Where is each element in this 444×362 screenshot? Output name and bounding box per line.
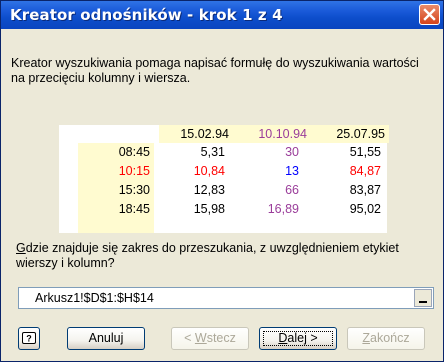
question-text: dzie znajduje się zakres do przeszukania… [16,241,399,270]
finish-text: akończ [370,331,410,345]
cancel-button[interactable]: Anuluj [67,327,145,350]
wizard-dialog: Kreator odnośników - krok 1 z 4 Kreator … [0,0,444,362]
collapse-dialog-button[interactable] [414,289,432,307]
table-cell: 83,87 [349,183,381,197]
table-cell: 5,31 [200,145,225,159]
back-label: < Wstecz [184,331,236,345]
row-label: 18:45 [118,202,150,216]
window-title: Kreator odnośników - krok 1 z 4 [10,6,283,24]
question-accelerator: G [16,241,26,255]
svg-text:?: ? [26,334,32,344]
back-button[interactable]: < Wstecz [171,327,249,350]
help-button[interactable]: ? [18,327,40,350]
close-icon [423,8,436,21]
column-header: 15.02.94 [180,127,229,141]
help-icon: ? [22,332,36,344]
table-cell: 51,55 [349,145,381,159]
range-reference-box[interactable] [18,287,434,309]
back-prefix: < [184,331,195,345]
finish-accelerator: Z [362,331,371,345]
next-text: alej > [287,331,318,345]
table-cell: 95,02 [349,202,381,216]
collapse-icon [419,301,427,303]
range-input[interactable] [19,288,409,308]
table-cell: 15,98 [193,202,225,216]
table-cell: 10,84 [193,164,225,178]
next-button[interactable]: Dalej > [259,327,337,350]
close-button[interactable] [419,4,440,25]
back-accelerator: W [194,331,207,345]
table-cell: 66 [285,183,299,197]
column-header: 25.07.95 [336,127,385,141]
table-cell: 16,89 [267,202,299,216]
row-label: 10:15 [118,164,150,178]
table-cell: 13 [285,164,299,178]
cancel-label: Anuluj [88,331,124,345]
range-question: Gdzie znajduje się zakres do przeszukani… [16,241,436,271]
finish-label: Zakończ [362,331,409,345]
table-cell: 12,83 [193,183,225,197]
back-text: stecz [206,331,236,345]
row-label: 08:45 [118,145,150,159]
finish-button[interactable]: Zakończ [347,327,425,350]
preview-table: 15.02.94 10.10.94 25.07.95 08:45 5,31 30… [59,125,389,233]
table-cell: 30 [285,145,299,159]
table-cell: 84,87 [349,164,381,178]
title-bar[interactable]: Kreator odnośników - krok 1 z 4 [1,1,443,29]
row-label: 15:30 [118,183,150,197]
intro-text: Kreator wyszukiwania pomaga napisać form… [11,56,419,85]
column-header: 10.10.94 [258,127,307,141]
next-label: Dalej > [278,331,317,345]
